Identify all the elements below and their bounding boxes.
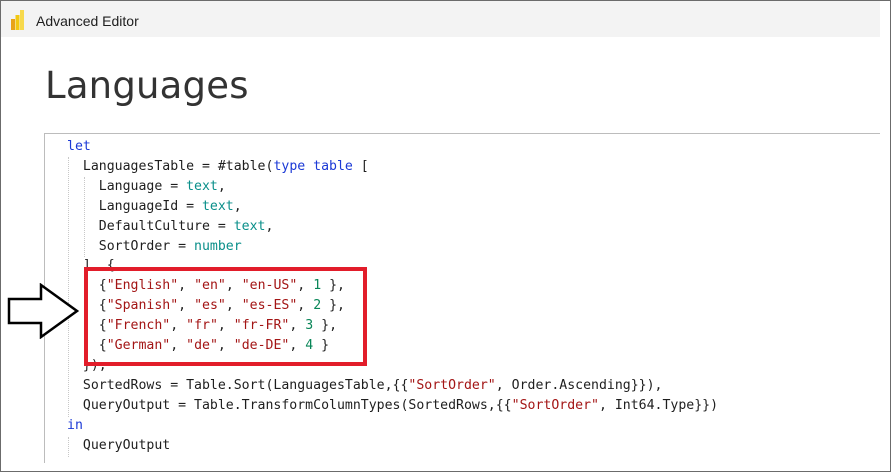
code-token: [ <box>352 158 369 174</box>
code-token: text <box>233 218 266 234</box>
code-token: QueryOutput <box>67 437 171 453</box>
code-line[interactable]: LanguageId = text, <box>67 197 718 217</box>
code-token: , Int64.Type}}) <box>598 397 719 413</box>
code-token: , <box>217 178 226 194</box>
code-token: , <box>233 198 242 214</box>
code-line[interactable]: DefaultCulture = text, <box>67 217 718 237</box>
right-arrow-outline-icon <box>7 283 79 339</box>
code-line[interactable]: QueryOutput = Table.TransformColumnTypes… <box>67 396 718 416</box>
code-token: number <box>194 238 242 254</box>
code-token: QueryOutput = Table.TransformColumnTypes… <box>67 397 512 413</box>
highlight-box <box>84 267 367 366</box>
code-line[interactable]: in <box>67 416 718 436</box>
code-token: "SortOrder" <box>511 397 599 413</box>
code-token: LanguageId = <box>67 198 202 214</box>
code-token: type <box>273 158 306 174</box>
title-bar[interactable]: Advanced Editor <box>1 1 880 37</box>
code-token: , <box>265 218 274 234</box>
code-token: table <box>313 158 353 174</box>
code-token: , Order.Ascending}}), <box>495 377 663 393</box>
code-token: SortOrder = <box>67 238 195 254</box>
code-token: in <box>67 417 83 433</box>
code-token: DefaultCulture = <box>67 218 234 234</box>
code-token: "SortOrder" <box>408 377 496 393</box>
query-name-heading: Languages <box>45 64 249 107</box>
code-token: LanguagesTable = #table( <box>67 158 274 174</box>
code-token: let <box>67 139 91 154</box>
window-title: Advanced Editor <box>36 13 139 29</box>
code-token: SortedRows = Table.Sort(LanguagesTable,{… <box>67 377 409 393</box>
code-line[interactable]: SortOrder = number <box>67 237 718 257</box>
code-token: text <box>186 178 218 194</box>
code-line[interactable]: QueryOutput <box>67 436 718 456</box>
power-bi-icon <box>11 10 24 30</box>
code-token: Language = <box>67 178 187 194</box>
code-line[interactable]: SortedRows = Table.Sort(LanguagesTable,{… <box>67 376 718 396</box>
code-line[interactable]: LanguagesTable = #table(type table [ <box>67 157 718 177</box>
code-line[interactable]: let <box>67 137 718 157</box>
code-line[interactable]: Language = text, <box>67 177 718 197</box>
code-token: text <box>201 198 234 214</box>
